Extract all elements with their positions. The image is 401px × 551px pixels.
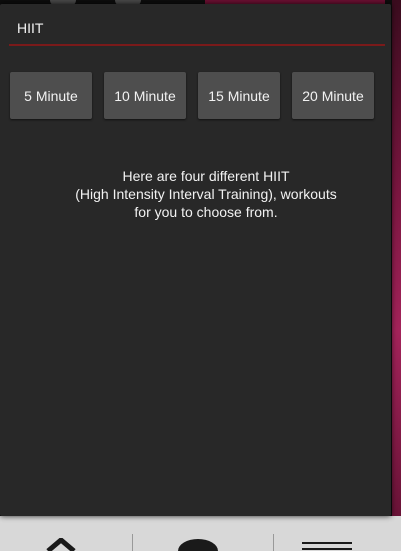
description-line: for you to choose from. <box>134 204 278 220</box>
twenty-minute-button[interactable]: 20 Minute <box>292 72 374 119</box>
fifteen-minute-button[interactable]: 15 Minute <box>198 72 280 119</box>
bottom-navigation <box>0 516 401 551</box>
home-icon[interactable] <box>44 538 78 551</box>
dialog-title: HIIT <box>17 20 44 36</box>
background-image-edge <box>392 0 401 551</box>
description-text: Here are four different HIIT (High Inten… <box>30 167 382 221</box>
menu-icon[interactable] <box>302 538 352 551</box>
ten-minute-button[interactable]: 10 Minute <box>104 72 186 119</box>
hiit-dialog: HIIT 5 Minute 10 Minute 15 Minute 20 Min… <box>0 4 391 516</box>
five-minute-button[interactable]: 5 Minute <box>10 72 92 119</box>
title-divider <box>9 44 385 46</box>
profile-icon[interactable] <box>176 538 220 551</box>
description-line: Here are four different HIIT <box>122 168 290 184</box>
nav-divider <box>132 534 133 551</box>
nav-divider <box>273 534 274 551</box>
description-line: (High Intensity Interval Training), work… <box>75 186 337 202</box>
